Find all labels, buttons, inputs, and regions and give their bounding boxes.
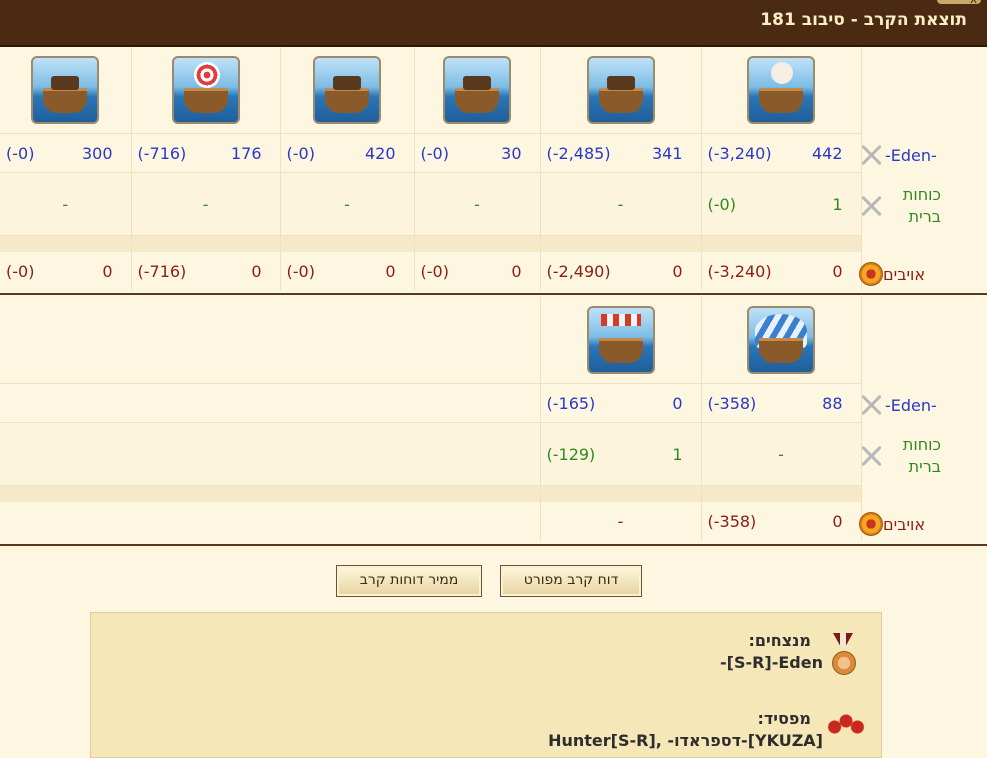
- loser-label: מפסיד:: [757, 709, 812, 728]
- ballista-ship-icon: [747, 56, 815, 124]
- medal-icon: [828, 633, 858, 683]
- window-title: תוצאת הקרב - סיבוב 181: [760, 10, 967, 30]
- crane-ship-icon: [443, 56, 511, 124]
- battle-result-panel: מנצחים: -[S-R]-Eden מפסיד: Hunter[S-R], …: [90, 612, 882, 758]
- catapult-ship-icon: [313, 56, 381, 124]
- crossed-swords-icon: [857, 192, 885, 220]
- flamethrower-ship-icon: [586, 306, 655, 374]
- enemies-label: אויבים: [853, 505, 987, 543]
- crossed-swords-icon: [857, 141, 885, 169]
- mortar-ship-icon: [31, 56, 100, 124]
- allies-label: כוחות ברית: [853, 175, 987, 237]
- ram-ship-icon: [586, 56, 655, 124]
- round-divider: [0, 293, 987, 295]
- allies-row-2: (-129) 1 -: [0, 422, 862, 486]
- report-converter-button[interactable]: ממיר דוחות קרב: [336, 565, 482, 597]
- crossed-swords-icon: [857, 391, 885, 419]
- allies-row-1: - - - - - (-0) 1: [0, 172, 862, 236]
- eden-row-1: (-0) 300 (-716) 176 (-0) 420 (-0) 30 (-2,485…: [0, 133, 862, 173]
- detailed-report-button[interactable]: דוח קרב מפורט: [500, 565, 642, 597]
- allies-label: כוחות ברית: [853, 425, 987, 487]
- eden-label: -Eden-: [853, 386, 987, 424]
- round-divider: [0, 544, 987, 546]
- loser-value: Hunter[S-R], -דספראדו-[YKUZA]: [548, 731, 823, 750]
- eden-label: -Eden-: [853, 136, 987, 174]
- winners-label: מנצחים:: [748, 631, 811, 650]
- window-titlebar: X תוצאת הקרב - סיבוב 181: [0, 0, 987, 47]
- winners-value: -[S-R]-Eden: [719, 653, 823, 672]
- enemies-row-2: - (-358) 0: [0, 502, 862, 540]
- close-icon[interactable]: X: [970, 0, 977, 6]
- balloon-carrier-icon: [747, 306, 815, 374]
- enemy-target-icon: [859, 512, 883, 536]
- enemy-target-icon: [859, 262, 883, 286]
- round-1-labels: -Eden- כוחות ברית אויבים: [859, 47, 987, 295]
- battle-table-round-1: (-0) 300 (-716) 176 (-0) 420 (-0) 30 (-2,485…: [0, 47, 862, 290]
- crossed-swords-icon: [857, 442, 885, 470]
- eden-row-2: (-165) 0 (-358) 88: [0, 383, 862, 423]
- enemies-label: אויבים: [853, 255, 987, 293]
- target-ship-icon: [171, 56, 240, 124]
- defeated-troops-icon: [827, 709, 865, 739]
- battle-table-round-2: (-165) 0 (-358) 88 (-129) 1 - - (-358) 0: [0, 297, 862, 540]
- round-2-labels: -Eden- כוחות ברית אויבים: [859, 297, 987, 545]
- enemies-row-1: (-0) 0 (-716) 0 (-0) 0 (-0) 0 (-2,490) 0 (-3,…: [0, 252, 862, 290]
